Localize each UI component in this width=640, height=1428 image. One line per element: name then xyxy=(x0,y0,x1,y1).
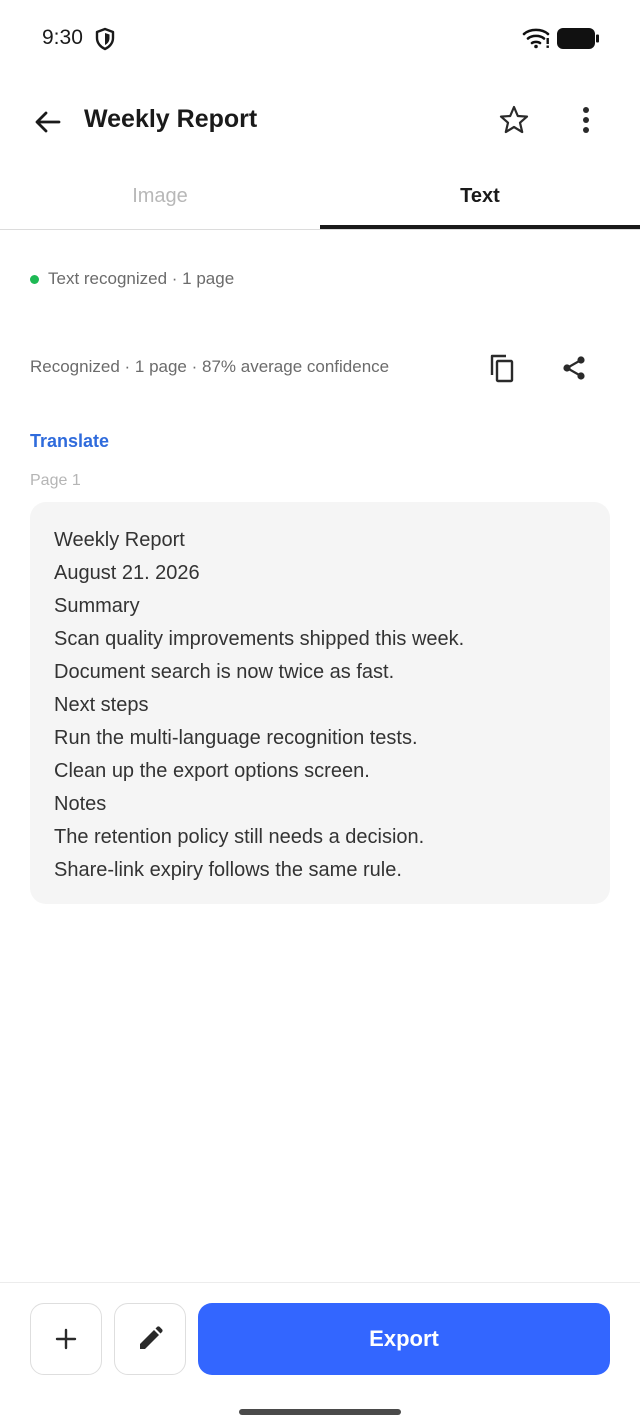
more-vertical-icon xyxy=(583,107,589,133)
edit-button[interactable] xyxy=(114,1303,186,1375)
recognition-summary: Recognized · 1 page · 87% average confid… xyxy=(30,357,390,376)
back-button[interactable] xyxy=(26,100,70,144)
translate-link[interactable]: Translate xyxy=(30,431,109,452)
pencil-icon xyxy=(140,1326,163,1349)
export-button[interactable]: Export xyxy=(198,1303,610,1375)
copy-icon xyxy=(490,354,514,383)
wifi-icon xyxy=(522,28,550,49)
battery-icon xyxy=(557,28,599,49)
text-line: Document search is now twice as fast. xyxy=(54,661,395,683)
text-line: The retention policy still needs a decis… xyxy=(54,826,425,848)
status-time: 9:30 xyxy=(42,26,83,49)
add-page-button[interactable] xyxy=(30,1303,102,1375)
recognition-status: Text recognized · 1 page xyxy=(30,269,234,289)
share-button[interactable] xyxy=(552,346,596,390)
copy-button[interactable] xyxy=(480,346,524,390)
recognition-status-text: Text recognized · 1 page xyxy=(48,269,235,288)
screen: 9:30 Weekly Report Image Text Text recog… xyxy=(0,0,640,1428)
shield-icon xyxy=(95,27,115,51)
plus-icon xyxy=(55,1328,77,1350)
tab-text[interactable]: Text xyxy=(320,164,640,228)
tab-image[interactable]: Image xyxy=(0,164,320,228)
bottom-action-bar: Export xyxy=(0,1282,640,1428)
tab-bar: Image Text xyxy=(0,164,640,230)
text-line: Summary xyxy=(54,595,140,617)
back-arrow-icon xyxy=(35,111,61,133)
share-icon xyxy=(563,356,585,380)
home-indicator[interactable] xyxy=(239,1409,401,1415)
text-line: Weekly Report xyxy=(54,529,185,551)
status-bar: 9:30 xyxy=(0,0,640,78)
tab-indicator xyxy=(320,225,640,229)
text-line: Share-link expiry follows the same rule. xyxy=(54,859,402,881)
page-title: Weekly Report xyxy=(84,105,258,133)
text-line: Run the multi-language recognition tests… xyxy=(54,727,418,749)
recognized-text-card[interactable]: Weekly Report August 21. 2026 Summary Sc… xyxy=(30,502,610,904)
status-dot xyxy=(30,274,39,284)
more-options-button[interactable] xyxy=(564,98,608,142)
text-line: Clean up the export options screen. xyxy=(54,760,370,782)
text-line: Notes xyxy=(54,793,107,815)
text-line: Scan quality improvements shipped this w… xyxy=(54,628,465,650)
favorite-button[interactable] xyxy=(492,98,536,142)
page-label: Page 1 xyxy=(30,472,81,489)
text-line: August 21. 2026 xyxy=(54,562,200,584)
star-outline-icon xyxy=(499,105,529,134)
text-line: Next steps xyxy=(54,694,149,716)
app-bar: Weekly Report xyxy=(0,78,640,164)
